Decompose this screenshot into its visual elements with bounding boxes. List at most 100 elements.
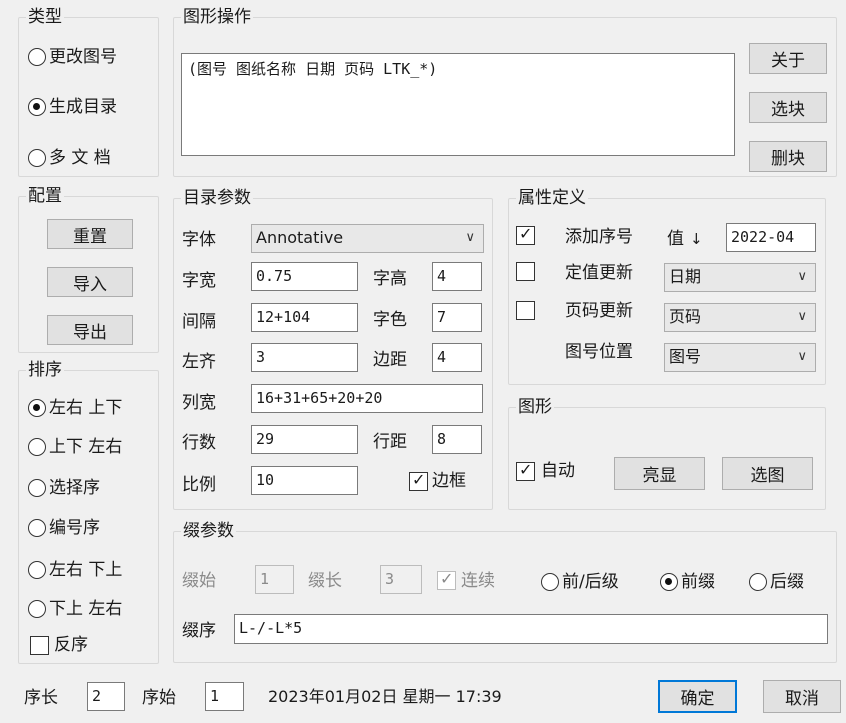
affix-start-input[interactable]: 1 xyxy=(255,565,294,594)
auto-checkbox[interactable]: ✓ xyxy=(516,460,535,481)
radio-suffix[interactable]: 后缀 xyxy=(749,571,804,593)
border-label: 边框 xyxy=(432,471,466,491)
radio-circle xyxy=(28,479,46,497)
radio-sort-bt-lr[interactable]: 下上 左右 xyxy=(28,598,122,620)
radio-circle xyxy=(28,600,46,618)
add-seq-checkbox[interactable]: ✓ xyxy=(516,224,535,245)
chevron-down-icon: ∨ xyxy=(797,309,807,324)
radio-circle-selected xyxy=(660,573,678,591)
scale-label: 比例 xyxy=(182,475,216,495)
export-button[interactable]: 导出 xyxy=(47,315,133,345)
fixed-update-label: 定值更新 xyxy=(565,263,633,283)
radio-sort-lr-tb[interactable]: 左右 上下 xyxy=(28,397,122,419)
char-height-label: 字高 xyxy=(373,269,407,289)
block-attributes-textbox[interactable]: (图号 图纸名称 日期 页码 LTK_*) xyxy=(181,53,735,156)
affix-length-label: 缀长 xyxy=(308,571,342,591)
value-label: 值 xyxy=(667,229,684,249)
radio-circle xyxy=(28,519,46,537)
cancel-button[interactable]: 取消 xyxy=(763,680,841,713)
radio-prefix-suffix[interactable]: 前/后级 xyxy=(541,571,619,593)
drawing-no-pos-select[interactable]: 图号 ∨ xyxy=(664,343,816,372)
radio-circle xyxy=(28,438,46,456)
chevron-down-icon: ∨ xyxy=(797,269,807,284)
highlight-button[interactable]: 亮显 xyxy=(614,457,705,490)
shape-group-legend: 图形 xyxy=(516,397,554,417)
char-color-input[interactable]: 7 xyxy=(432,303,482,332)
radio-circle-selected xyxy=(28,399,46,417)
seq-length-input[interactable]: 2 xyxy=(87,682,125,711)
radio-circle xyxy=(28,149,46,167)
affix-order-input[interactable]: L-/-L*5 xyxy=(234,614,828,644)
margin-input[interactable]: 4 xyxy=(432,343,482,372)
continuous-checkbox[interactable]: ✓ xyxy=(437,569,456,590)
seq-length-label: 序长 xyxy=(24,688,58,708)
spacing-label: 间隔 xyxy=(182,312,216,332)
char-height-input[interactable]: 4 xyxy=(432,262,482,291)
radio-multi-document[interactable]: 多 文 档 xyxy=(28,147,111,169)
ok-button[interactable]: 确定 xyxy=(658,680,737,713)
chevron-down-icon: ∨ xyxy=(797,349,807,364)
auto-label: 自动 xyxy=(541,461,575,481)
left-align-label: 左齐 xyxy=(182,352,216,372)
delete-block-button[interactable]: 删块 xyxy=(749,141,827,172)
rows-input[interactable]: 29 xyxy=(251,425,358,454)
fixed-update-checkbox[interactable] xyxy=(516,262,535,281)
margin-label: 边距 xyxy=(373,350,407,370)
check-icon: ✓ xyxy=(412,470,426,489)
arrow-down-icon: ↓ xyxy=(690,230,703,248)
char-width-label: 字宽 xyxy=(182,271,216,291)
radio-circle xyxy=(749,573,767,591)
reverse-order-label: 反序 xyxy=(54,635,88,655)
char-width-input[interactable]: 0.75 xyxy=(251,262,358,291)
check-icon: ✓ xyxy=(519,224,533,243)
seq-start-label: 序始 xyxy=(142,688,176,708)
select-drawing-button[interactable]: 选图 xyxy=(722,457,813,490)
chevron-down-icon: ∨ xyxy=(465,230,475,245)
spacing-input[interactable]: 12+104 xyxy=(251,303,358,332)
radio-circle-selected xyxy=(28,98,46,116)
radio-prefix[interactable]: 前缀 xyxy=(660,571,715,593)
reset-button[interactable]: 重置 xyxy=(47,219,133,249)
radio-circle xyxy=(541,573,559,591)
select-block-button[interactable]: 选块 xyxy=(749,92,827,123)
radio-sort-lr-bt[interactable]: 左右 下上 xyxy=(28,559,122,581)
fixed-update-select[interactable]: 日期 ∨ xyxy=(664,263,816,292)
check-icon: ✓ xyxy=(519,460,533,479)
radio-sort-tb-lr[interactable]: 上下 左右 xyxy=(28,436,122,458)
drawing-no-pos-label: 图号位置 xyxy=(565,342,633,362)
rows-label: 行数 xyxy=(182,433,216,453)
config-group-legend: 配置 xyxy=(26,186,64,206)
add-seq-label: 添加序号 xyxy=(565,227,633,247)
border-checkbox[interactable]: ✓ xyxy=(409,470,428,491)
radio-generate-catalog[interactable]: 生成目录 xyxy=(28,96,117,118)
radio-change-drawing-no[interactable]: 更改图号 xyxy=(28,46,117,68)
char-color-label: 字色 xyxy=(373,310,407,330)
font-select[interactable]: Annotative ∨ xyxy=(251,224,484,253)
radio-sort-select[interactable]: 选择序 xyxy=(28,477,100,499)
graphics-ops-legend: 图形操作 xyxy=(181,7,253,27)
affix-order-label: 缀序 xyxy=(182,621,216,641)
col-width-label: 列宽 xyxy=(182,393,216,413)
attr-def-legend: 属性定义 xyxy=(516,188,588,208)
reverse-order-checkbox[interactable] xyxy=(30,636,49,655)
affix-length-input[interactable]: 3 xyxy=(380,565,422,594)
affix-start-label: 缀始 xyxy=(182,571,216,591)
import-button[interactable]: 导入 xyxy=(47,267,133,297)
type-group-legend: 类型 xyxy=(26,7,64,27)
about-button[interactable]: 关于 xyxy=(749,43,827,74)
sort-group-legend: 排序 xyxy=(26,360,64,380)
page-update-select[interactable]: 页码 ∨ xyxy=(664,303,816,332)
radio-sort-number[interactable]: 编号序 xyxy=(28,517,100,539)
check-icon: ✓ xyxy=(440,569,454,588)
page-update-checkbox[interactable] xyxy=(516,301,535,320)
page-update-label: 页码更新 xyxy=(565,301,633,321)
scale-input[interactable]: 10 xyxy=(251,466,358,495)
radio-circle xyxy=(28,48,46,66)
seq-start-input[interactable]: 1 xyxy=(205,682,244,711)
left-align-input[interactable]: 3 xyxy=(251,343,358,372)
row-gap-input[interactable]: 8 xyxy=(432,425,482,454)
value-input[interactable]: 2022-04 xyxy=(726,223,816,252)
row-gap-label: 行距 xyxy=(373,432,407,452)
col-width-input[interactable]: 16+31+65+20+20 xyxy=(251,384,483,413)
font-label: 字体 xyxy=(182,230,216,250)
